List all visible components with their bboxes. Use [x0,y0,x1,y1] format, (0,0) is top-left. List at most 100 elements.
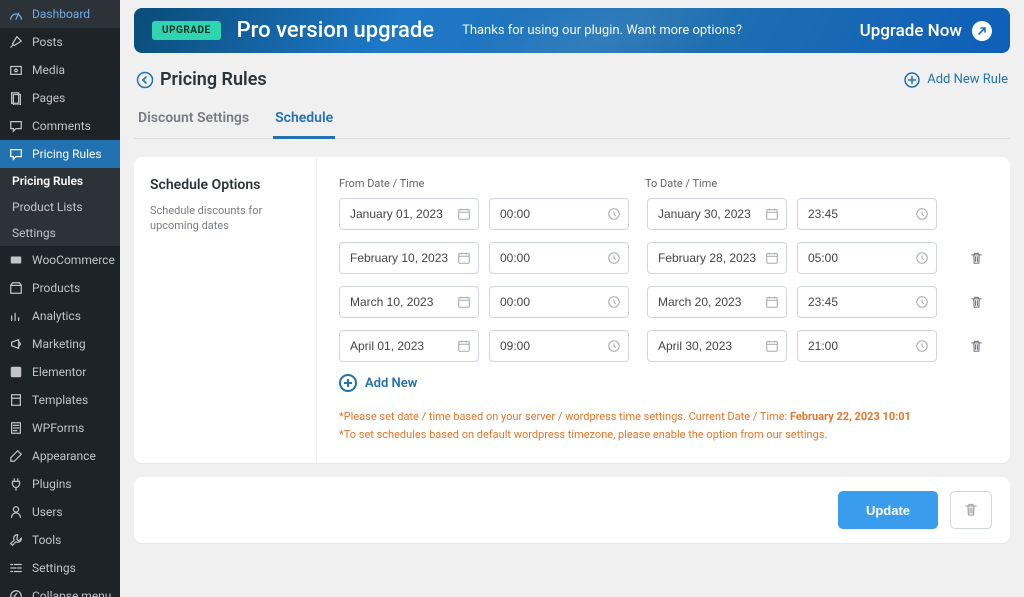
add-new-schedule-button[interactable]: Add New [339,374,988,392]
sidebar-item-label: Pages [32,91,65,105]
sidebar-item-label: Pricing Rules [32,147,102,161]
sidebar-item-marketing[interactable]: Marketing [0,330,120,358]
sidebar-item-pricing-rules[interactable]: Pricing Rules [0,140,120,168]
page-title: Pricing Rules [160,69,267,90]
to-time-input[interactable] [797,330,937,362]
trash-icon [963,502,979,518]
to-date-input[interactable] [647,286,787,318]
tab-schedule[interactable]: Schedule [273,100,335,139]
banner-title: Pro version upgrade [237,18,434,43]
plus-circle-icon [339,374,357,392]
from-column-label: From Date / Time [339,177,629,190]
sidebar-item-wpforms[interactable]: WPForms [0,414,120,442]
plus-circle-icon [903,71,921,89]
dashboard-icon [8,6,24,22]
delete-row-button[interactable] [965,291,988,314]
woo-icon [8,252,24,268]
schedule-card: Schedule Options Schedule discounts for … [134,157,1010,463]
add-new-rule-button[interactable]: Add New Rule [903,71,1008,89]
add-rule-label: Add New Rule [927,72,1008,87]
main-content: UPGRADE Pro version upgrade Thanks for u… [120,0,1024,597]
to-date-input[interactable] [647,330,787,362]
from-date-input[interactable] [339,242,479,274]
archive-icon [8,280,24,296]
sidebar-item-users[interactable]: Users [0,498,120,526]
sidebar-item-pages[interactable]: Pages [0,84,120,112]
sidebar-item-appearance[interactable]: Appearance [0,442,120,470]
sidebar-item-tools[interactable]: Tools [0,526,120,554]
sidebar-item-products[interactable]: Products [0,274,120,302]
sidebar-item-dashboard[interactable]: Dashboard [0,0,120,28]
sidebar-item-label: Comments [32,119,91,133]
from-date-input[interactable] [339,286,479,318]
sidebar-item-label: Templates [32,393,88,407]
megaphone-icon [8,336,24,352]
sidebar-item-settings[interactable]: Settings [0,554,120,582]
user-icon [8,504,24,520]
upgrade-cta-label: Upgrade Now [860,21,962,41]
sidebar-item-label: Appearance [32,449,96,463]
update-button[interactable]: Update [838,491,938,529]
to-column-label: To Date / Time [645,177,935,190]
sidebar-item-comments[interactable]: Comments [0,112,120,140]
plug-icon [8,476,24,492]
sidebar-item-plugins[interactable]: Plugins [0,470,120,498]
from-time-input[interactable] [489,242,629,274]
back-arrow-icon[interactable] [136,71,154,89]
sidebar-item-label: Dashboard [32,7,90,21]
schedule-note-1: *Please set date / time based on your se… [339,408,988,426]
upgrade-now-button[interactable]: Upgrade Now [860,21,992,41]
collapse-icon [8,588,24,597]
banner-desc: Thanks for using our plugin. Want more o… [462,23,742,38]
delete-row-button[interactable] [965,335,988,358]
sidebar-item-label: Plugins [32,477,72,491]
to-time-input[interactable] [797,242,937,274]
to-time-input[interactable] [797,286,937,318]
submenu-item-settings[interactable]: Settings [0,220,120,246]
schedule-card-right: From Date / Time To Date / Time Add New … [317,157,1010,463]
from-time-input[interactable] [489,286,629,318]
from-time-input[interactable] [489,198,629,230]
sidebar-item-label: Collapse menu [32,589,111,597]
pin-icon [8,34,24,50]
schedule-subhead: Schedule discounts for upcoming dates [150,203,300,234]
schedule-heading: Schedule Options [150,177,300,193]
media-icon [8,62,24,78]
admin-sidebar: Dashboard Posts Media Pages Comments Pricing … [0,0,120,597]
from-time-input[interactable] [489,330,629,362]
add-new-label: Add New [365,376,417,391]
sidebar-item-label: Media [32,63,65,77]
sidebar-item-label: Marketing [32,337,86,351]
delete-row-button[interactable] [965,247,988,270]
sidebar-item-media[interactable]: Media [0,56,120,84]
elementor-icon [8,364,24,380]
schedule-row [339,198,988,230]
sidebar-item-elementor[interactable]: Elementor [0,358,120,386]
sidebar-item-woocommerce[interactable]: WooCommerce [0,246,120,274]
to-time-input[interactable] [797,198,937,230]
sidebar-item-label: Tools [32,533,61,547]
tab-discount-settings[interactable]: Discount Settings [136,100,251,139]
templates-icon [8,392,24,408]
page-header: Pricing Rules Add New Rule [134,69,1010,90]
from-date-input[interactable] [339,198,479,230]
schedule-card-left: Schedule Options Schedule discounts for … [134,157,317,463]
to-date-input[interactable] [647,198,787,230]
sidebar-item-collapse-menu[interactable]: Collapse menu [0,582,120,597]
sidebar-item-label: Analytics [32,309,81,323]
delete-button[interactable] [950,491,992,529]
comment-icon [8,118,24,134]
schedule-row [339,242,988,274]
submenu-item-pricing-rules[interactable]: Pricing Rules [0,168,120,194]
page-icon [8,90,24,106]
sidebar-item-templates[interactable]: Templates [0,386,120,414]
tabs: Discount Settings Schedule [134,100,1010,139]
from-date-input[interactable] [339,330,479,362]
brush-icon [8,448,24,464]
submenu-item-product-lists[interactable]: Product Lists [0,194,120,220]
sidebar-item-posts[interactable]: Posts [0,28,120,56]
to-date-input[interactable] [647,242,787,274]
sidebar-item-analytics[interactable]: Analytics [0,302,120,330]
wrench-icon [8,532,24,548]
upgrade-banner: UPGRADE Pro version upgrade Thanks for u… [134,8,1010,53]
